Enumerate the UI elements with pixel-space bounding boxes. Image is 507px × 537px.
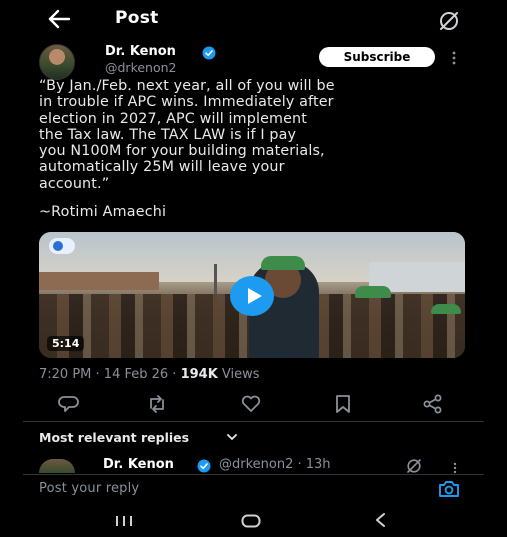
video-green-cap: [355, 286, 391, 298]
bookmark-icon[interactable]: [332, 394, 354, 414]
page-title: Post: [115, 8, 159, 28]
chevron-down-icon[interactable]: [226, 432, 238, 442]
meta-separator: ·: [168, 367, 181, 382]
play-icon: [248, 288, 262, 304]
share-icon[interactable]: [422, 394, 444, 414]
reply-author-name[interactable]: Dr. Kenon: [103, 457, 174, 472]
top-bar: Post: [23, 0, 484, 40]
post-screen: Post Dr. Kenon @drkenon2 Subscribe “By J…: [23, 0, 484, 537]
video-green-cap: [261, 256, 305, 270]
more-options-icon[interactable]: [452, 51, 456, 65]
reply-avatar[interactable]: [39, 459, 75, 473]
post-time: 7:20 PM: [39, 367, 92, 382]
views-count[interactable]: 194K: [181, 367, 218, 382]
reply-handle-time[interactable]: @drkenon2 · 13h: [219, 457, 331, 472]
author-handle[interactable]: @drkenon2: [105, 60, 177, 75]
video-building: [39, 272, 159, 290]
home-icon[interactable]: [241, 514, 261, 528]
play-button[interactable]: [230, 276, 274, 316]
video-green-cap: [431, 304, 461, 314]
video-player[interactable]: 5:14: [39, 232, 465, 358]
channel-logo-mark: [53, 241, 63, 251]
tweet-attribution: ~Rotimi Amaechi: [39, 204, 167, 220]
verified-badge-icon: [202, 46, 216, 60]
more-options-icon[interactable]: [453, 462, 457, 474]
repost-icon[interactable]: [146, 394, 168, 414]
subscribe-button[interactable]: Subscribe: [319, 47, 435, 67]
slash-circle-icon[interactable]: [438, 10, 460, 32]
author-name[interactable]: Dr. Kenon: [105, 44, 176, 59]
tweet-text: “By Jan./Feb. next year, all of you will…: [39, 78, 335, 192]
system-nav-bar: [23, 502, 484, 537]
reply-input[interactable]: Post your reply: [39, 481, 139, 496]
verified-badge-icon: [197, 459, 211, 473]
divider: [23, 474, 484, 475]
post-date: 14 Feb 26: [103, 367, 169, 382]
nav-back-icon[interactable]: [374, 513, 386, 527]
camera-icon[interactable]: [437, 479, 461, 499]
divider: [23, 421, 484, 422]
post-meta: 7:20 PM · 14 Feb 26 · 194K Views: [39, 367, 260, 382]
recent-apps-icon[interactable]: [115, 515, 133, 527]
video-duration: 5:14: [47, 336, 85, 351]
avatar[interactable]: [39, 44, 75, 80]
arrow-left-icon[interactable]: [47, 8, 71, 30]
comment-icon[interactable]: [58, 394, 80, 414]
heart-icon[interactable]: [240, 394, 262, 414]
action-bar: [23, 392, 484, 416]
meta-separator: ·: [91, 367, 104, 382]
views-label: Views: [217, 367, 260, 382]
replies-sort-dropdown[interactable]: Most relevant replies: [39, 430, 189, 445]
slash-circle-icon[interactable]: [406, 458, 422, 474]
